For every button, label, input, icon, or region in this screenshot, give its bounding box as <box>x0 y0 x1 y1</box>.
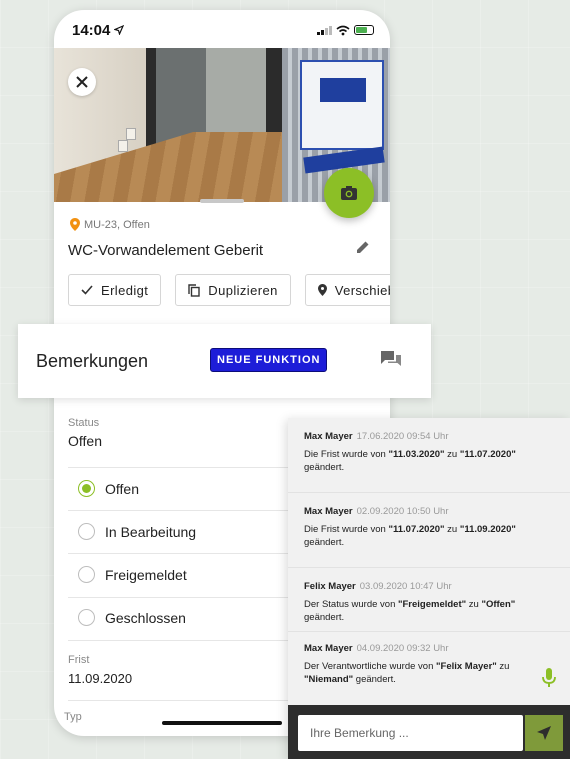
status-option-geschlossen[interactable]: Geschlossen <box>78 609 186 626</box>
radio-unchecked[interactable] <box>78 566 95 583</box>
task-location: MU-23, Offen <box>70 218 150 231</box>
camera-button[interactable] <box>324 168 374 218</box>
edit-button[interactable] <box>356 240 370 259</box>
home-indicator <box>162 721 282 725</box>
map-pin-icon <box>317 284 327 296</box>
task-title: WC-Vorwandelement Geberit <box>68 242 264 259</box>
copy-icon <box>188 283 200 297</box>
done-button[interactable]: Erledigt <box>68 274 162 306</box>
camera-icon <box>341 186 357 200</box>
close-button[interactable] <box>68 68 96 96</box>
comment-item: Max Mayer 04.09.2020 09:32 Uhr Der Verant… <box>304 643 510 685</box>
close-icon <box>76 76 88 88</box>
comments-panel: Max Mayer 17.06.2020 09:54 Uhr Die Frist … <box>288 418 570 759</box>
status-bar: 14:04 <box>54 10 390 50</box>
radio-unchecked[interactable] <box>78 523 95 540</box>
sheet-handle[interactable] <box>200 199 244 203</box>
move-button[interactable]: Verschieben <box>304 274 390 306</box>
action-bar: Erledigt Duplizieren Verschieben <box>68 274 390 306</box>
radio-checked[interactable] <box>78 480 95 497</box>
remarks-banner[interactable]: Bemerkungen NEUE FUNKTION <box>18 324 431 398</box>
comment-input[interactable] <box>298 715 523 751</box>
status-option-in-bearbeitung[interactable]: In Bearbeitung <box>78 523 196 540</box>
remarks-title: Bemerkungen <box>36 351 149 371</box>
status-value: Offen <box>68 433 102 449</box>
comment-input-bar <box>288 705 570 759</box>
status-option-freigemeldet[interactable]: Freigemeldet <box>78 566 187 583</box>
clock: 14:04 <box>72 21 111 39</box>
comment-item: Max Mayer 02.09.2020 10:50 Uhr Die Frist … <box>288 493 570 568</box>
microphone-button[interactable] <box>542 668 556 693</box>
signal-icon <box>317 25 332 35</box>
new-feature-badge: NEUE FUNKTION <box>210 348 328 372</box>
check-icon <box>81 285 93 295</box>
comment-item: Felix Mayer 03.09.2020 10:47 Uhr Der Stat… <box>288 568 570 632</box>
deadline-label: Frist <box>68 654 90 666</box>
microphone-icon <box>542 668 556 687</box>
comment-item: Max Mayer 17.06.2020 09:54 Uhr Die Frist … <box>288 418 570 493</box>
status-option-offen[interactable]: Offen <box>78 480 139 497</box>
duplicate-button[interactable]: Duplizieren <box>175 274 291 306</box>
wifi-icon <box>336 25 350 35</box>
remarks-button[interactable] <box>380 350 402 375</box>
battery-icon <box>354 25 374 35</box>
chat-bubbles-icon <box>381 351 401 366</box>
location-arrow-icon <box>114 25 125 35</box>
pencil-icon <box>357 241 369 253</box>
location-pin-icon <box>70 218 80 231</box>
type-label: Typ <box>64 711 82 723</box>
deadline-value[interactable]: 11.09.2020 <box>68 671 132 686</box>
status-label: Status <box>68 417 100 429</box>
radio-unchecked[interactable] <box>78 609 95 626</box>
send-icon <box>537 726 551 740</box>
send-button[interactable] <box>525 715 563 751</box>
